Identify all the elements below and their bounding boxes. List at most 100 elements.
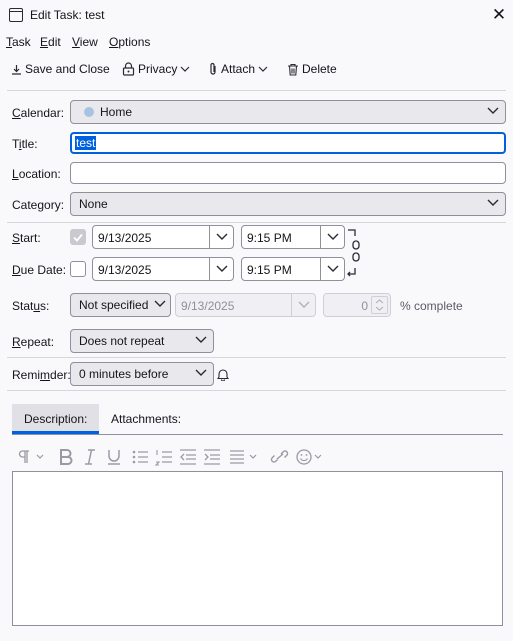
emoji-button[interactable] bbox=[295, 448, 329, 468]
align-icon bbox=[230, 450, 257, 464]
privacy-label: Privacy bbox=[138, 62, 178, 76]
status-label: Status: bbox=[12, 299, 50, 313]
category-value: None bbox=[79, 197, 108, 211]
delete-label: Delete bbox=[302, 62, 337, 76]
outdent-button[interactable] bbox=[178, 448, 200, 468]
attach-button[interactable]: Attach bbox=[208, 62, 268, 76]
chevron-down-icon bbox=[154, 300, 166, 307]
underline-icon bbox=[108, 450, 120, 465]
chevron-down-icon bbox=[487, 107, 499, 114]
italic-button[interactable] bbox=[80, 448, 102, 468]
due-time-dropdown[interactable] bbox=[320, 258, 344, 280]
repeat-value: Does not repeat bbox=[79, 334, 165, 348]
privacy-button[interactable]: Privacy bbox=[122, 62, 190, 76]
chevron-down-icon bbox=[195, 336, 207, 343]
menu-edit[interactable]: Edit bbox=[40, 35, 61, 49]
percent-complete-spinner: 0 bbox=[323, 293, 391, 317]
due-date-checkbox[interactable] bbox=[70, 261, 86, 277]
menu-view[interactable]: View bbox=[72, 35, 98, 49]
start-checkbox[interactable] bbox=[70, 229, 86, 245]
percent-complete-label: % complete bbox=[400, 299, 463, 313]
chevron-down-icon bbox=[487, 199, 499, 206]
indent-button[interactable] bbox=[202, 448, 224, 468]
repeat-label: Repeat: bbox=[12, 335, 55, 349]
menu-options[interactable]: Options bbox=[109, 35, 150, 49]
chevron-down-icon bbox=[327, 265, 339, 272]
chevron-down-icon bbox=[195, 369, 207, 376]
attach-label: Attach bbox=[221, 62, 256, 76]
divider bbox=[7, 222, 506, 223]
chevron-down-icon bbox=[298, 301, 310, 308]
due-date-label: Due Date: bbox=[12, 263, 67, 277]
category-select[interactable]: None bbox=[70, 192, 506, 216]
reminder-select[interactable]: 0 minutes before bbox=[70, 362, 214, 386]
paperclip-icon bbox=[210, 62, 216, 75]
location-input[interactable] bbox=[70, 162, 506, 184]
tab-description[interactable]: Description: bbox=[12, 404, 99, 434]
percent-value: 0 bbox=[361, 299, 368, 313]
status-date-picker: 9/13/2025 bbox=[175, 293, 316, 317]
window-title: Edit Task: test bbox=[30, 8, 105, 22]
start-date-picker[interactable]: 9/13/2025 bbox=[92, 225, 234, 249]
italic-icon bbox=[85, 449, 95, 465]
start-time-picker[interactable]: 9:15 PM bbox=[241, 225, 345, 249]
bell-icon bbox=[217, 369, 229, 381]
tab-strip: Description: Attachments: bbox=[12, 404, 503, 435]
divider bbox=[7, 90, 506, 91]
description-editor[interactable] bbox=[12, 471, 503, 626]
chevron-down-icon bbox=[216, 265, 228, 272]
chevron-down-icon bbox=[180, 66, 190, 72]
align-button[interactable] bbox=[228, 448, 264, 468]
title-input[interactable]: test bbox=[70, 132, 506, 154]
numbered-list-icon bbox=[154, 450, 172, 466]
calendar-color-dot bbox=[84, 107, 94, 117]
link-dates-icon[interactable] bbox=[346, 228, 362, 278]
checkmark-icon bbox=[73, 233, 83, 242]
status-select[interactable]: Not specified bbox=[70, 293, 171, 317]
title-label: Title: bbox=[12, 137, 38, 151]
chevron-down-icon bbox=[216, 233, 228, 240]
reminder-value: 0 minutes before bbox=[79, 367, 169, 381]
lock-icon bbox=[122, 62, 135, 76]
numbered-list-button[interactable] bbox=[154, 448, 176, 468]
start-date-value: 9/13/2025 bbox=[98, 231, 152, 245]
bold-button[interactable] bbox=[56, 448, 78, 468]
trash-icon bbox=[288, 63, 298, 76]
status-date-dropdown bbox=[291, 294, 315, 316]
toolbar: Save and Close Privacy Attach Delete bbox=[0, 57, 513, 83]
close-button[interactable]: ✕ bbox=[486, 3, 512, 29]
paragraph-icon bbox=[18, 450, 44, 463]
start-date-dropdown[interactable] bbox=[209, 226, 233, 248]
divider bbox=[7, 357, 506, 358]
chevron-down-icon bbox=[327, 233, 339, 240]
reminder-label: Remimder: bbox=[12, 368, 71, 382]
repeat-select[interactable]: Does not repeat bbox=[70, 329, 214, 353]
status-value: Not specified bbox=[79, 298, 149, 312]
divider bbox=[7, 390, 506, 391]
link-icon bbox=[270, 450, 289, 463]
insert-link-button[interactable] bbox=[270, 448, 292, 468]
save-and-close-button[interactable]: Save and Close bbox=[11, 62, 110, 76]
status-date-value: 9/13/2025 bbox=[181, 299, 235, 313]
calendar-select[interactable]: Home bbox=[70, 100, 506, 124]
title-value: test bbox=[75, 136, 97, 150]
location-label: Location: bbox=[12, 167, 61, 181]
delete-button[interactable]: Delete bbox=[287, 62, 337, 76]
due-date-dropdown[interactable] bbox=[209, 258, 233, 280]
calendar-label: Calendar: bbox=[12, 106, 65, 120]
menu-bar: Task Edit View Options bbox=[0, 31, 513, 53]
start-time-dropdown[interactable] bbox=[320, 226, 344, 248]
bullet-list-icon bbox=[132, 450, 148, 464]
bullet-list-button[interactable] bbox=[130, 448, 152, 468]
underline-button[interactable] bbox=[104, 448, 126, 468]
paragraph-format-button[interactable] bbox=[16, 448, 46, 468]
calendar-app-icon bbox=[9, 8, 23, 22]
due-time-picker[interactable]: 9:15 PM bbox=[241, 257, 345, 281]
bold-icon bbox=[60, 449, 73, 465]
tab-attachments[interactable]: Attachments: bbox=[99, 404, 193, 434]
due-date-picker[interactable]: 9/13/2025 bbox=[92, 257, 234, 281]
outdent-icon bbox=[180, 449, 196, 465]
category-label: Category: bbox=[12, 198, 65, 212]
start-time-value: 9:15 PM bbox=[247, 231, 292, 245]
menu-task[interactable]: Task bbox=[6, 35, 31, 49]
